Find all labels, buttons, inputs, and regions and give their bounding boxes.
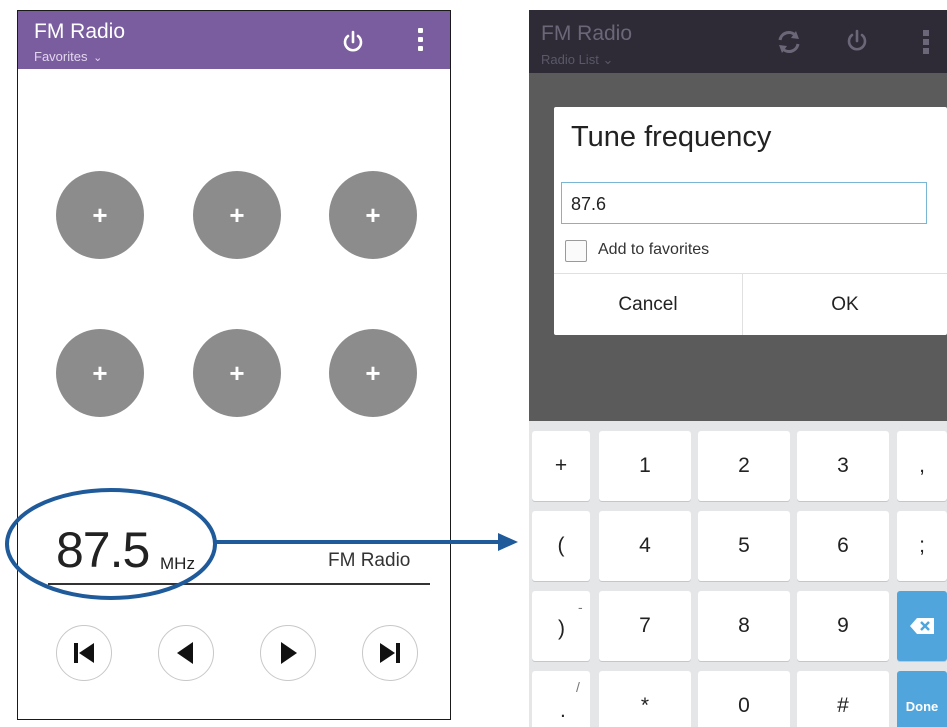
screenshot-stage: FM Radio Favorites ⌄ + + + + + + 87.5 MH… <box>0 0 947 727</box>
callout-ellipse <box>5 488 217 600</box>
arrowhead-icon <box>498 533 518 551</box>
callout-annotation <box>5 488 518 600</box>
